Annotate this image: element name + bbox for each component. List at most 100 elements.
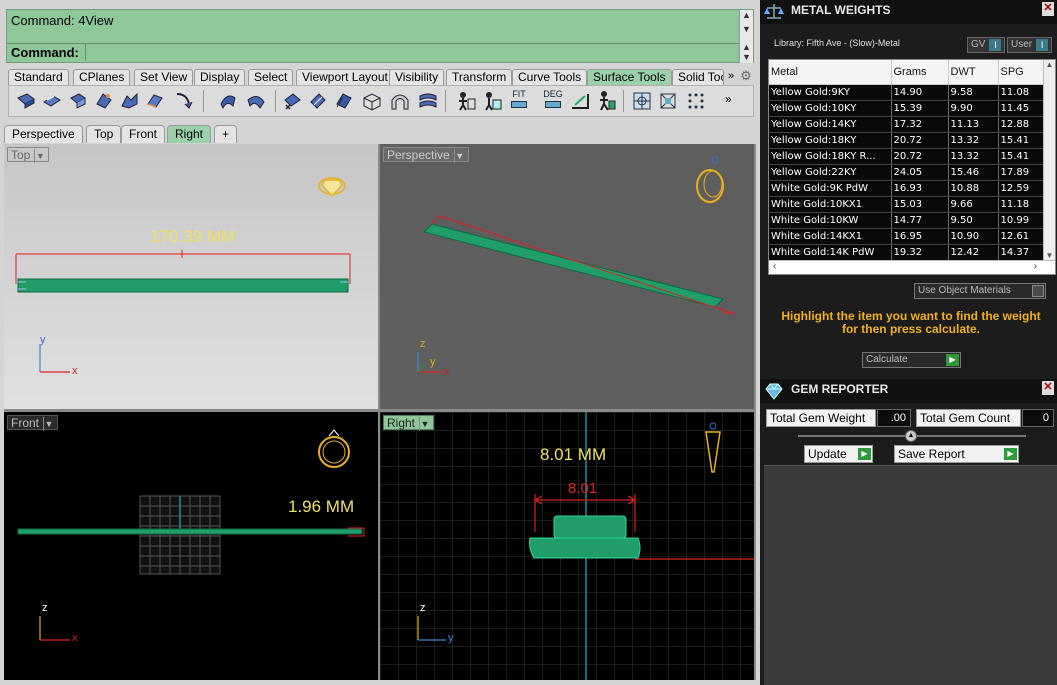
scroll-right-icon: › [1033,261,1037,272]
viewport-right[interactable]: Right ▼ 8.01 MM 8.01 z y [380,412,754,680]
variable-chamfer-icon[interactable] [93,90,115,112]
update-button[interactable]: Update ▶ [804,445,873,463]
table-row[interactable]: Yellow Gold:14KY 17.32 11.13 12.88 [769,116,1050,133]
viewport-label-perspective[interactable]: Perspective ▼ [383,147,469,163]
blend-surface-icon[interactable] [119,90,141,112]
band-model [17,278,349,293]
user-toggle[interactable]: User I [1007,37,1053,53]
viewport-front[interactable]: Front ▼ 1.96 MM z x [4,412,378,680]
connect-surface-icon[interactable] [173,90,195,112]
more-tools-button[interactable]: » [725,92,732,106]
tab-top[interactable]: Top [86,125,122,143]
chevron-down-icon: ▼ [419,417,430,431]
tab-curve-tools[interactable]: Curve Tools [512,69,588,85]
variable-fillet-icon[interactable] [67,90,89,112]
table-row[interactable]: White Gold:10KX1 15.03 9.66 11.18 [769,196,1050,213]
column-header[interactable]: DWT [948,60,999,85]
viewport-label-top[interactable]: Top ▼ [7,147,50,163]
table-horizontal-scrollbar[interactable]: ‹ › [769,260,1055,274]
fit-button[interactable]: FIT [505,90,533,112]
tab-set-view[interactable]: Set View [134,69,194,85]
table-cell: 12.61 [998,228,1050,245]
tab-front[interactable]: Front [121,125,166,143]
table-vertical-scrollbar[interactable]: ▲ ▼ [1043,60,1055,260]
tab-surface-tools[interactable]: Surface Tools [587,69,672,85]
command-area[interactable]: Command: 4View Command: ▲ ▼ ▲ ▼ [6,9,754,63]
viewport-perspective[interactable]: Perspective ▼ z y x [380,144,754,409]
use-object-materials-dropdown[interactable]: Use Object Materials [914,283,1046,299]
points-icon[interactable] [685,90,707,112]
metal-weights-title: METAL WEIGHTS [791,3,891,17]
column-header[interactable]: Grams [891,60,949,85]
tab-perspective[interactable]: Perspective [4,125,83,143]
history-scroll-down[interactable]: ▼ [739,24,753,43]
variable-blend-icon[interactable] [145,90,167,112]
check-person-icon[interactable] [481,90,503,112]
offset-surface-icon[interactable] [333,90,355,112]
table-row[interactable]: Yellow Gold:18KY 20.72 13.32 15.41 [769,132,1050,149]
table-row[interactable]: White Gold:14KX1 16.95 10.90 12.61 [769,228,1050,245]
tab-standard[interactable]: Standard [8,69,69,85]
table-cell: 15.03 [891,196,949,213]
tab-display[interactable]: Display [194,69,246,85]
main-workspace: Command: 4View Command: ▲ ▼ ▲ ▼ Standard… [0,0,760,685]
deg-button[interactable]: DEG [539,90,567,112]
split-edge-icon[interactable] [307,90,329,112]
gear-icon[interactable]: ⚙ [738,69,754,85]
rebuild-surface-icon[interactable] [417,90,439,112]
table-row[interactable]: Yellow Gold:9KY 14.90 9.58 11.08 [769,84,1050,101]
column-header[interactable]: SPG [998,60,1050,85]
total-gem-count-label: Total Gem Count [916,409,1021,427]
table-cell: 11.45 [998,100,1050,117]
grid-target-icon[interactable] [631,90,653,112]
fillet-surface-icon[interactable] [15,90,37,112]
save-report-button[interactable]: Save Report ▶ [894,445,1019,463]
perspective-view-canvas [417,156,736,373]
viewport-top[interactable]: Top ▼ 170.39 MM y x [4,144,378,409]
viewport-label-front[interactable]: Front ▼ [7,415,59,431]
metal-table[interactable]: Metal Grams DWT SPG Yellow Gold:9KY 14.90… [768,59,1056,275]
untrim-icon[interactable] [281,90,303,112]
tab-select[interactable]: Select [248,69,294,85]
table-row[interactable]: Yellow Gold:10KY 15.39 9.90 11.45 [769,100,1050,117]
slider-handle[interactable]: ▲ [905,430,917,442]
chamfer-surface-icon[interactable] [41,90,63,112]
dimension-label: 8.01 MM [540,445,607,464]
tab-visibility[interactable]: Visibility [389,69,445,85]
tab-right[interactable]: Right [167,125,212,143]
command-input[interactable] [85,44,735,61]
tab-viewport-layout[interactable]: Viewport Layout [296,69,394,85]
viewport-tabs: Perspective Top Front Right + [4,125,754,143]
add-viewport-tab[interactable]: + [214,125,238,143]
table-row[interactable]: Yellow Gold:18KY R... 20.72 13.32 15.41 [769,148,1050,165]
merge-surface-icon[interactable] [245,90,267,112]
table-cell: Yellow Gold:18KY R... [769,148,892,165]
axis-label-x: x [72,632,78,644]
close-icon[interactable]: ✕ [1042,381,1054,395]
close-icon[interactable]: ✕ [1042,2,1054,16]
walk-person-icon[interactable] [595,90,617,112]
gv-toggle[interactable]: GV I [967,37,1006,53]
tab-solid-tools[interactable]: Solid Toc [672,69,724,85]
viewport-label-right[interactable]: Right ▼ [383,415,435,431]
history-scroll-up[interactable]: ▲ [739,10,753,24]
table-row[interactable]: Yellow Gold:22KY 24.05 15.46 17.89 [769,164,1050,181]
table-cell: White Gold:10KW [769,212,892,229]
grid-select-icon[interactable] [657,90,679,112]
table-row[interactable]: White Gold:9K PdW 16.93 10.88 12.59 [769,180,1050,197]
table-row[interactable]: White Gold:10KW 14.77 9.50 10.99 [769,212,1050,229]
tab-transform[interactable]: Transform [446,69,513,85]
analyze-person-icon[interactable] [455,90,477,112]
column-header[interactable]: Metal [769,60,892,85]
total-gem-count-value: 0 [1022,409,1054,427]
calculate-button[interactable]: Calculate ▶ [862,352,961,368]
more-tabs-button[interactable]: » [724,69,738,85]
prompt-scroll-down[interactable]: ▼ [739,53,753,63]
arch-icon[interactable] [389,90,411,112]
table-row[interactable]: White Gold:14K PdW 19.32 12.42 14.37 [769,244,1050,261]
front-view-canvas [17,429,365,641]
extend-surface-icon[interactable] [217,90,239,112]
shell-icon[interactable] [361,90,383,112]
measure-angle-icon[interactable] [569,90,591,112]
tab-cplanes[interactable]: CPlanes [73,69,131,85]
